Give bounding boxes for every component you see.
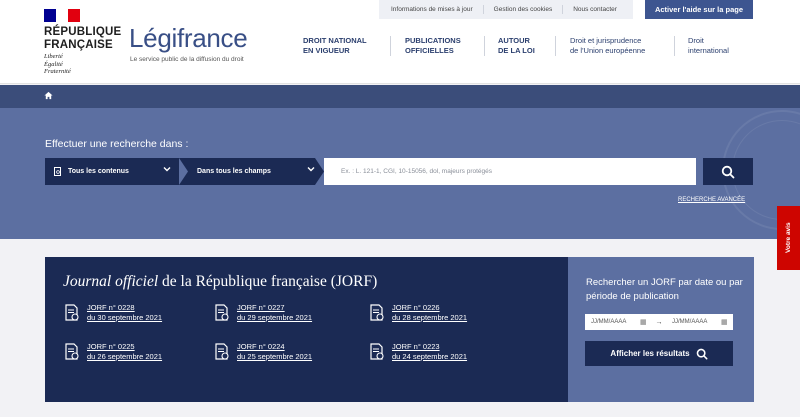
- jorf-date: du 28 septembre 2021: [392, 313, 468, 322]
- document-icon: [370, 343, 384, 361]
- motto-liberte: Liberté: [44, 53, 63, 60]
- nav-droit-ue-line1: Droit et jurisprudence: [570, 36, 642, 45]
- cookies-link[interactable]: Gestion des cookies: [484, 5, 564, 14]
- chevron-down-icon: [163, 165, 171, 175]
- chevron-down-icon: [307, 165, 315, 175]
- motto-egalite: Égalité: [44, 60, 63, 68]
- home-icon[interactable]: [44, 91, 53, 102]
- jorf-number: JORF n° 0228: [87, 303, 135, 312]
- site-header: RÉPUBLIQUE FRANÇAISE Liberté Égalité Fra…: [0, 0, 800, 84]
- jorf-link[interactable]: JORF n° 0228 du 30 septembre 2021: [65, 303, 162, 323]
- nav-divider: [390, 36, 391, 56]
- republic-name[interactable]: RÉPUBLIQUE FRANÇAISE: [44, 26, 121, 52]
- jorf-date: du 25 septembre 2021: [237, 352, 313, 361]
- jorf-number: JORF n° 0223: [392, 342, 440, 351]
- arrow-right-icon: →: [655, 318, 663, 326]
- date-range: JJ/MM/AAAA ▦ → JJ/MM/AAAA ▦: [585, 314, 733, 330]
- nav-droit-national[interactable]: DROIT NATIONAL EN VIGUEUR: [303, 36, 367, 55]
- nav-autour-loi[interactable]: AUTOUR DE LA LOI: [498, 36, 535, 55]
- search-icon: [696, 348, 708, 360]
- field-select-value: Dans tous les champs: [197, 168, 271, 175]
- republic-motto: Liberté Égalité Fraternité: [44, 53, 71, 76]
- marianne-flag-icon: [44, 9, 80, 22]
- scope-select[interactable]: Tous les contenus: [45, 158, 179, 185]
- site-subtitle: Le service public de la diffusion du dro…: [130, 56, 244, 63]
- document-icon: [215, 304, 229, 322]
- jorf-link[interactable]: JORF n° 0226 du 28 septembre 2021: [370, 303, 467, 323]
- feedback-tab[interactable]: Votre avis: [777, 206, 800, 270]
- search-input[interactable]: [324, 158, 696, 185]
- nav-divider: [674, 36, 675, 56]
- nav-droit-ue[interactable]: Droit et jurisprudence de l'Union europé…: [570, 36, 645, 55]
- updates-link[interactable]: Informations de mises à jour: [379, 5, 484, 14]
- nav-droit-national-line2: EN VIGUEUR: [303, 45, 350, 55]
- jorf-title: Journal officiel de la République frança…: [63, 273, 377, 291]
- nav-divider: [484, 36, 485, 56]
- jorf-number: JORF n° 0225: [87, 342, 135, 351]
- jorf-number: JORF n° 0227: [237, 303, 285, 312]
- motto-fraternite: Fraternité: [44, 68, 71, 76]
- show-results-button[interactable]: Afficher les résultats: [585, 341, 733, 366]
- nav-droit-ue-line2: de l'Union européenne: [570, 45, 646, 55]
- republic-name-line1: RÉPUBLIQUE: [44, 26, 122, 38]
- nav-autour-loi-line2: DE LA LOI: [498, 45, 535, 55]
- utility-links: Informations de mises à jour Gestion des…: [379, 0, 633, 19]
- jorf-title-italic: Journal officiel: [63, 273, 159, 290]
- nav-droit-international-line1: Droit: [688, 36, 704, 45]
- document-icon: [65, 343, 79, 361]
- breadcrumb: [0, 85, 800, 108]
- jorf-date: du 24 septembre 2021: [392, 352, 468, 361]
- document-icon: [370, 304, 384, 322]
- field-select[interactable]: Dans tous les champs: [179, 158, 324, 185]
- jorf-date: du 29 septembre 2021: [237, 313, 313, 322]
- scope-select-value: Tous les contenus: [68, 168, 129, 175]
- help-button[interactable]: Activer l'aide sur la page: [645, 0, 753, 19]
- show-results-label: Afficher les résultats: [610, 349, 690, 358]
- nav-publications[interactable]: PUBLICATIONS OFFICIELLES: [405, 36, 461, 55]
- jorf-title-rest: de la République française (JORF): [158, 273, 378, 290]
- search-icon: [721, 165, 735, 179]
- jorf-link[interactable]: JORF n° 0224 du 25 septembre 2021: [215, 342, 312, 362]
- date-search-title: Rechercher un JORF par date ou par pério…: [586, 277, 743, 302]
- advanced-search-link[interactable]: RECHERCHE AVANCÉE: [678, 197, 745, 203]
- site-title[interactable]: Légifrance: [129, 23, 248, 54]
- date-to-field[interactable]: JJ/MM/AAAA: [666, 319, 721, 325]
- republic-name-line2: FRANÇAISE: [44, 39, 113, 51]
- contact-link[interactable]: Nous contacter: [563, 5, 627, 14]
- nav-publications-line1: PUBLICATIONS: [405, 36, 461, 45]
- jorf-number: JORF n° 0224: [237, 342, 285, 351]
- nav-publications-line2: OFFICIELLES: [405, 45, 454, 55]
- date-from-field[interactable]: JJ/MM/AAAA: [585, 319, 640, 325]
- document-icon: [215, 343, 229, 361]
- jorf-date: du 30 septembre 2021: [87, 313, 163, 322]
- nav-droit-international[interactable]: Droit international: [688, 36, 729, 55]
- jorf-link[interactable]: JORF n° 0223 du 24 septembre 2021: [370, 342, 467, 362]
- date-search-panel: Rechercher un JORF par date ou par pério…: [568, 257, 754, 402]
- nav-droit-international-line2: international: [688, 45, 729, 55]
- search-button[interactable]: [703, 158, 753, 185]
- jorf-date: du 26 septembre 2021: [87, 352, 163, 361]
- jorf-link[interactable]: JORF n° 0227 du 29 septembre 2021: [215, 303, 312, 323]
- jorf-link[interactable]: JORF n° 0225 du 26 septembre 2021: [65, 342, 162, 362]
- nav-droit-national-line1: DROIT NATIONAL: [303, 36, 367, 45]
- calendar-icon[interactable]: ▦: [721, 318, 733, 326]
- search-section: Effectuer une recherche dans : Tous les …: [0, 108, 800, 239]
- document-icon: [65, 304, 79, 322]
- nav-autour-loi-line1: AUTOUR: [498, 36, 530, 45]
- nav-divider: [555, 36, 556, 56]
- jorf-panel: Journal officiel de la République frança…: [45, 257, 568, 402]
- search-label: Effectuer une recherche dans :: [45, 138, 189, 150]
- document-search-icon: [54, 167, 62, 176]
- jorf-number: JORF n° 0226: [392, 303, 440, 312]
- calendar-icon[interactable]: ▦: [640, 318, 652, 326]
